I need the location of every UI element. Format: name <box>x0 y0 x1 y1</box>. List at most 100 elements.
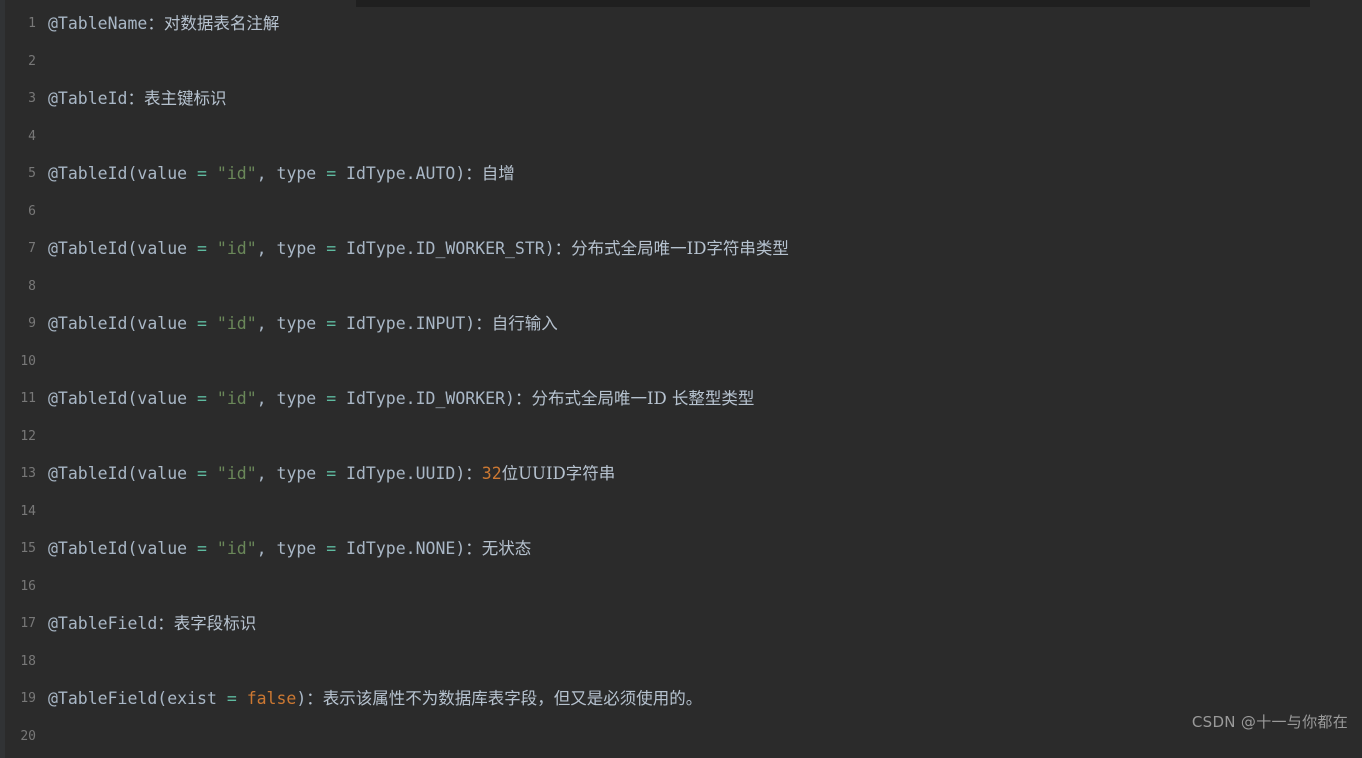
code-line[interactable]: 8 <box>0 268 1362 306</box>
code-line[interactable]: 18 <box>0 643 1362 681</box>
code-token-default <box>207 389 217 408</box>
code-token-default <box>207 239 217 258</box>
code-token-cn: 对数据表名注解 <box>163 14 280 33</box>
code-token-cn: ： <box>157 614 174 633</box>
line-number: 4 <box>28 128 36 144</box>
code-line[interactable]: 10 <box>0 343 1362 381</box>
code-token-default: IdType.NONE) <box>336 539 466 558</box>
code-token-op: = <box>197 539 207 558</box>
code-line[interactable]: 5 @TableId(value = "id", type = IdType.AU… <box>0 155 1362 193</box>
line-number: 20 <box>20 728 36 744</box>
code-line-content[interactable]: @TableId(value = "id", type = IdType.INP… <box>48 305 558 343</box>
code-token-default <box>237 689 247 708</box>
code-token-keyword: false <box>246 689 297 708</box>
code-token-default: , type <box>256 464 327 483</box>
code-token-op: = <box>326 539 337 558</box>
code-line-content[interactable]: @TableField(exist = false)：表示该属性不为数据库表字段… <box>48 680 702 718</box>
code-token-default: IdType.INPUT) <box>336 314 476 333</box>
code-line[interactable]: 12 <box>0 418 1362 456</box>
code-token-default: @TableId(value <box>48 389 198 408</box>
code-token-default: , type <box>256 164 327 183</box>
code-token-cn: 表字段标识 <box>173 614 257 633</box>
code-line[interactable]: 2 <box>0 43 1362 81</box>
code-line[interactable]: 7 @TableId(value = "id", type = IdType.ID… <box>0 230 1362 268</box>
code-token-op: = <box>226 689 237 708</box>
code-line[interactable]: 14 <box>0 493 1362 531</box>
code-line[interactable]: 13 @TableId(value = "id", type = IdType.U… <box>0 455 1362 493</box>
code-editor[interactable]: 1 @TableName：对数据表名注解 2 3 @TableId：表主键标识 4 5 @Ta… <box>0 0 1362 758</box>
line-number: 15 <box>20 541 36 556</box>
code-token-cn: 无状态 <box>481 539 532 558</box>
line-number: 9 <box>28 316 36 331</box>
code-token-default: @TableField(exist <box>48 689 227 708</box>
code-line[interactable]: 3 @TableId：表主键标识 <box>0 80 1362 118</box>
line-number: 3 <box>28 91 36 106</box>
code-token-default: , type <box>256 314 327 333</box>
code-token-cn: 分布式全局唯一ID 长整型类型 <box>531 389 755 408</box>
code-token-default <box>207 314 217 333</box>
line-number: 13 <box>20 466 36 481</box>
line-number: 7 <box>28 241 36 256</box>
code-line-content[interactable]: @TableId(value = "id", type = IdType.AUT… <box>48 155 515 193</box>
line-number: 18 <box>20 653 36 669</box>
code-token-cn: ： <box>147 14 164 33</box>
code-line[interactable]: 17 @TableField：表字段标识 <box>0 605 1362 643</box>
code-token-cn: ： <box>514 389 532 408</box>
code-token-string: "id" <box>216 389 257 408</box>
code-line-content[interactable]: @TableId(value = "id", type = IdType.ID_… <box>48 230 789 268</box>
code-token-cn: ： <box>465 164 482 183</box>
code-line[interactable]: 19 @TableField(exist = false)：表示该属性不为数据库表… <box>0 680 1362 718</box>
line-number: 17 <box>20 616 36 631</box>
line-number: 12 <box>20 428 36 444</box>
code-token-cn: ： <box>465 464 482 483</box>
code-line-content[interactable]: @TableName：对数据表名注解 <box>48 5 279 43</box>
line-number: 8 <box>28 278 36 294</box>
code-token-default <box>207 164 217 183</box>
code-token-op: = <box>197 389 207 408</box>
code-line[interactable]: 11 @TableId(value = "id", type = IdType.I… <box>0 380 1362 418</box>
code-token-cn: 表主键标识 <box>143 89 227 108</box>
code-token-default: @TableName <box>48 14 148 33</box>
code-token-cn: 表示该属性不为数据库表字段，但又是必须使用的。 <box>322 689 703 708</box>
code-lines-container[interactable]: 1 @TableName：对数据表名注解 2 3 @TableId：表主键标识 4 5 @Ta… <box>0 5 1362 758</box>
code-token-default: , type <box>256 539 327 558</box>
code-token-default: IdType.UUID) <box>336 464 466 483</box>
line-number: 16 <box>20 578 36 594</box>
code-token-string: "id" <box>216 314 257 333</box>
code-line-content[interactable]: @TableId(value = "id", type = IdType.UUI… <box>48 455 615 493</box>
code-token-string: "id" <box>216 539 257 558</box>
code-token-op: = <box>326 389 337 408</box>
code-token-number: 32 <box>481 464 502 483</box>
code-token-cn: 分布式全局唯一ID字符串类型 <box>571 239 789 258</box>
code-line[interactable]: 9 @TableId(value = "id", type = IdType.IN… <box>0 305 1362 343</box>
code-token-op: = <box>197 164 207 183</box>
code-token-op: = <box>326 314 337 333</box>
code-line-content[interactable]: @TableField：表字段标识 <box>48 605 256 643</box>
code-token-string: "id" <box>216 239 257 258</box>
code-token-default: @TableId <box>48 89 128 108</box>
code-line[interactable]: 1 @TableName：对数据表名注解 <box>0 5 1362 43</box>
code-token-default: ) <box>296 689 307 708</box>
code-token-op: = <box>197 314 207 333</box>
code-token-default: @TableId(value <box>48 314 198 333</box>
code-token-op: = <box>326 464 337 483</box>
code-token-cn: ： <box>554 239 572 258</box>
code-token-default: , type <box>256 239 327 258</box>
code-line[interactable]: 20 <box>0 718 1362 756</box>
code-line-content[interactable]: @TableId：表主键标识 <box>48 80 226 118</box>
code-token-cn: ： <box>306 689 323 708</box>
code-token-default: @TableId(value <box>48 164 198 183</box>
code-line-content[interactable]: @TableId(value = "id", type = IdType.ID_… <box>48 380 754 418</box>
code-token-cn: 位UUID字符串 <box>501 464 616 483</box>
code-token-default: @TableId(value <box>48 239 198 258</box>
code-line[interactable]: 15 @TableId(value = "id", type = IdType.N… <box>0 530 1362 568</box>
code-token-cn: 自行输入 <box>491 314 558 333</box>
line-number: 1 <box>28 16 36 31</box>
code-token-default: @TableId(value <box>48 464 198 483</box>
code-token-default: @TableField <box>48 614 158 633</box>
code-line[interactable]: 4 <box>0 118 1362 156</box>
code-token-op: = <box>326 164 337 183</box>
code-line[interactable]: 6 <box>0 193 1362 231</box>
code-line[interactable]: 16 <box>0 568 1362 606</box>
code-line-content[interactable]: @TableId(value = "id", type = IdType.NON… <box>48 530 531 568</box>
